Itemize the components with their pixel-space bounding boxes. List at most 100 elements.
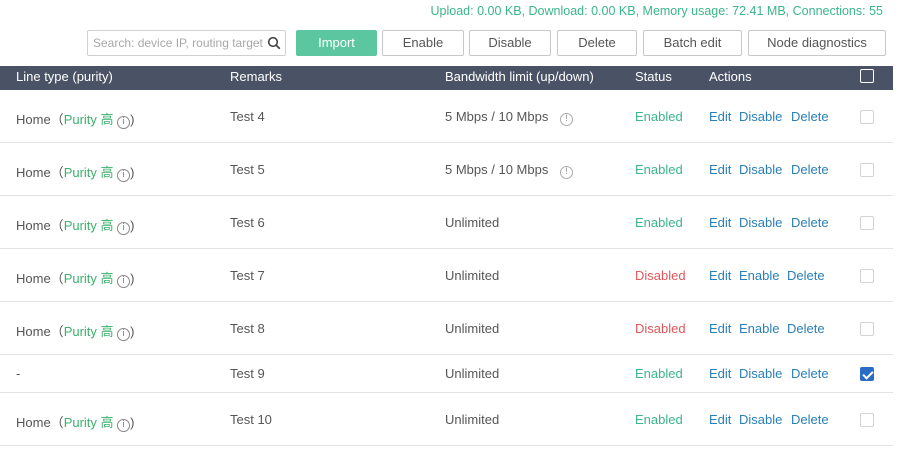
delete-link[interactable]: Delete [791, 215, 829, 230]
select-all-checkbox[interactable] [860, 69, 874, 83]
header-actions: Actions [709, 69, 752, 84]
info-icon[interactable]: i [117, 169, 131, 182]
search-box [87, 30, 286, 56]
connections-label: Connections: [792, 4, 866, 18]
search-input[interactable] [88, 31, 264, 55]
disable-link[interactable]: Disable [739, 162, 782, 177]
status-badge: Enabled [635, 366, 683, 381]
remarks-cell: Test 9 [230, 366, 265, 381]
line-type: Home（ [16, 415, 64, 430]
enable-link[interactable]: Enable [739, 321, 779, 336]
memory-value: 72.41 MB, [732, 4, 790, 18]
line-type: Home（ [16, 271, 64, 286]
remarks-cell: Test 10 [230, 412, 272, 427]
table-row: Home（Purity 高 i) Test 5 5 Mbps / 10 Mbps !… [0, 143, 893, 196]
header-remarks: Remarks [230, 69, 283, 84]
remarks-cell: Test 4 [230, 109, 265, 124]
bandwidth-info-icon[interactable]: ! [559, 166, 573, 179]
line-suffix: ) [130, 271, 135, 286]
node-diagnostics-button[interactable]: Node diagnostics [748, 30, 886, 56]
bandwidth-cell: Unlimited [445, 412, 499, 427]
enable-link[interactable]: Enable [739, 268, 779, 283]
line-type-cell: - [16, 366, 20, 381]
line-suffix: ) [130, 218, 135, 233]
line-suffix: ) [130, 112, 135, 127]
remarks-cell: Test 8 [230, 321, 265, 336]
delete-link[interactable]: Delete [791, 366, 829, 381]
purity-label: Purity 高 [63, 165, 114, 180]
bandwidth-cell: Unlimited [445, 366, 499, 381]
line-type-cell: Home（Purity 高 i) [16, 109, 135, 129]
status-badge: Disabled [635, 268, 686, 283]
table-row: Home（Purity 高 i) Test 6 Unlimited Enabled Ed… [0, 196, 893, 249]
download-value: 0.00 KB, [591, 4, 640, 18]
info-icon[interactable]: i [117, 328, 131, 341]
line-type-cell: Home（Purity 高 i) [16, 215, 135, 235]
row-checkbox[interactable] [860, 367, 874, 381]
table-row: Home（Purity 高 i) Test 8 Unlimited Disabled E… [0, 302, 893, 355]
table-row: Home（Purity 高 i) Test 7 Unlimited Disabled E… [0, 249, 893, 302]
disable-link[interactable]: Disable [739, 412, 782, 427]
header-status: Status [635, 69, 672, 84]
line-type-cell: Home（Purity 高 i) [16, 268, 135, 288]
bandwidth-info-icon[interactable]: ! [559, 113, 573, 126]
line-type: - [16, 366, 21, 381]
bandwidth-value: 5 Mbps / 10 Mbps [445, 162, 549, 177]
delete-link[interactable]: Delete [791, 109, 829, 124]
purity-label: Purity 高 [63, 324, 114, 339]
line-type-cell: Home（Purity 高 i) [16, 321, 135, 341]
import-button[interactable]: Import [296, 30, 377, 56]
row-checkbox[interactable] [860, 216, 874, 230]
status-badge: Disabled [635, 321, 686, 336]
disable-link[interactable]: Disable [739, 215, 782, 230]
enable-button[interactable]: Enable [382, 30, 464, 56]
edit-link[interactable]: Edit [709, 162, 731, 177]
edit-link[interactable]: Edit [709, 109, 731, 124]
edit-link[interactable]: Edit [709, 366, 731, 381]
header-line-type: Line type (purity) [16, 69, 113, 84]
delete-link[interactable]: Delete [787, 321, 825, 336]
bandwidth-value: Unlimited [445, 215, 500, 230]
table-row: Home（Purity 高 i) Test 10 Unlimited Enabled E… [0, 393, 893, 446]
row-checkbox[interactable] [860, 413, 874, 427]
bandwidth-value: Unlimited [445, 268, 500, 283]
row-checkbox[interactable] [860, 110, 874, 124]
info-icon[interactable]: i [117, 419, 131, 432]
memory-label: Memory usage: [642, 4, 729, 18]
bandwidth-value: 5 Mbps / 10 Mbps [445, 109, 549, 124]
disable-link[interactable]: Disable [739, 366, 782, 381]
row-checkbox[interactable] [860, 269, 874, 283]
edit-link[interactable]: Edit [709, 412, 731, 427]
row-checkbox[interactable] [860, 163, 874, 177]
edit-link[interactable]: Edit [709, 321, 731, 336]
line-type: Home（ [16, 218, 64, 233]
remarks-cell: Test 6 [230, 215, 265, 230]
line-type: Home（ [16, 324, 64, 339]
delete-link[interactable]: Delete [787, 268, 825, 283]
bandwidth-cell: 5 Mbps / 10 Mbps ! [445, 162, 573, 179]
line-suffix: ) [130, 165, 135, 180]
row-checkbox[interactable] [860, 322, 874, 336]
bandwidth-cell: Unlimited [445, 268, 499, 283]
edit-link[interactable]: Edit [709, 268, 731, 283]
status-badge: Enabled [635, 162, 683, 177]
bandwidth-value: Unlimited [445, 321, 500, 336]
disable-button[interactable]: Disable [469, 30, 551, 56]
info-icon[interactable]: i [117, 222, 131, 235]
table-row: - Test 9 Unlimited Enabled Edit Disable Delete [0, 355, 893, 393]
upload-value: 0.00 KB, [477, 4, 526, 18]
info-icon[interactable]: i [117, 275, 131, 288]
line-suffix: ) [130, 324, 135, 339]
delete-link[interactable]: Delete [791, 412, 829, 427]
line-type: Home（ [16, 112, 64, 127]
disable-link[interactable]: Disable [739, 109, 782, 124]
bandwidth-cell: Unlimited [445, 321, 499, 336]
info-icon[interactable]: i [117, 116, 131, 129]
edit-link[interactable]: Edit [709, 215, 731, 230]
delete-button[interactable]: Delete [557, 30, 637, 56]
batch-edit-button[interactable]: Batch edit [643, 30, 742, 56]
delete-link[interactable]: Delete [791, 162, 829, 177]
line-type: Home（ [16, 165, 64, 180]
search-icon[interactable] [267, 36, 281, 50]
bandwidth-value: Unlimited [445, 412, 500, 427]
